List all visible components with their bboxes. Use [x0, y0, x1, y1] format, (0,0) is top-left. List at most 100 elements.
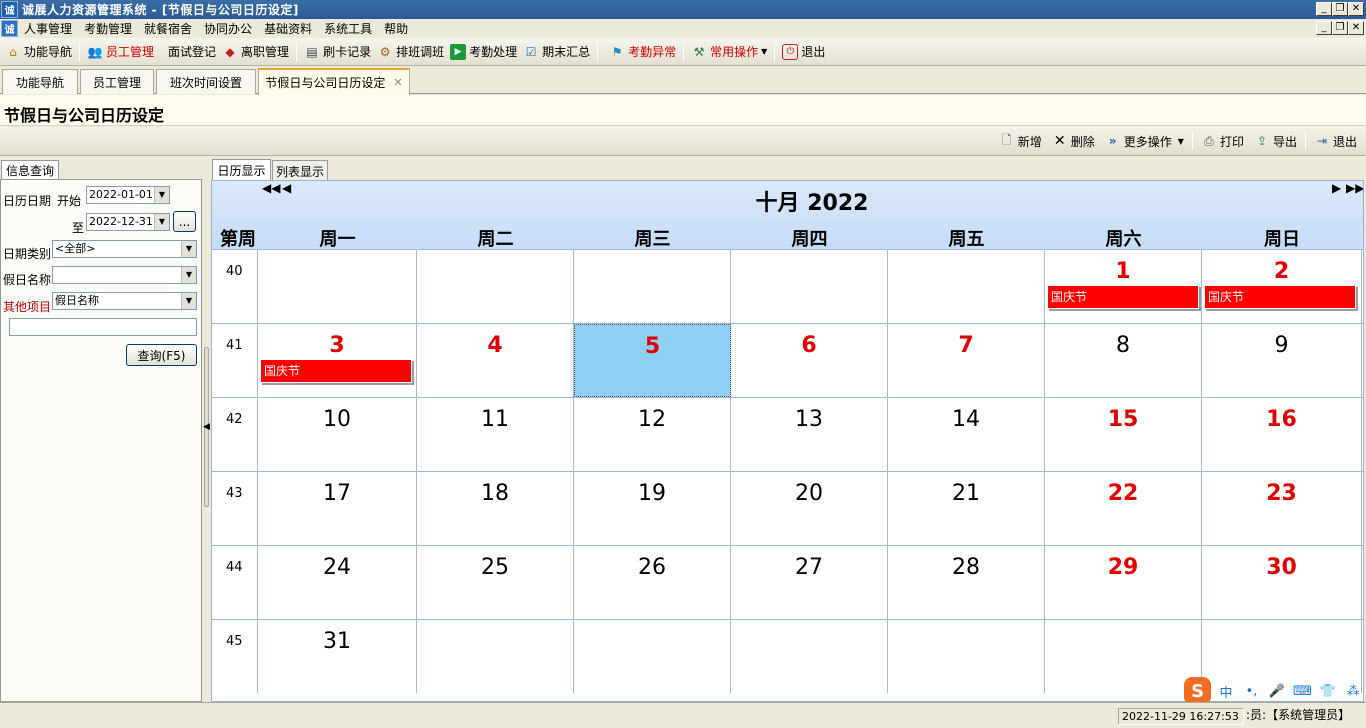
calendar-day-cell[interactable] [888, 250, 1045, 323]
sogou-logo-icon[interactable]: S [1184, 677, 1212, 705]
tab-shift-time[interactable]: 班次时间设置 [156, 69, 256, 94]
toolbar-common-ops-button[interactable]: ⚒ 常用操作 ▼ [688, 41, 770, 63]
grid-menu-icon[interactable]: ⁂ [1343, 684, 1364, 699]
menu-system-tools[interactable]: 系统工具 [318, 20, 378, 37]
tab-holiday-calendar[interactable]: 节假日与公司日历设定 ✕ [258, 68, 410, 95]
other-item-select[interactable]: 假日名称 ▼ [52, 292, 197, 310]
calendar-day-cell[interactable]: 14 [888, 398, 1045, 471]
tab-nav[interactable]: 功能导航 [2, 69, 78, 94]
menu-hr[interactable]: 人事管理 [18, 20, 78, 37]
calendar-day-cell[interactable] [417, 620, 574, 693]
toolbar-exit-button[interactable]: ⏻ 退出 [779, 41, 828, 63]
menu-attendance[interactable]: 考勤管理 [78, 20, 138, 37]
calendar-day-cell[interactable]: 28 [888, 546, 1045, 619]
tab-calendar-view[interactable]: 日历显示 [212, 159, 271, 181]
calendar-day-cell[interactable]: 1 国庆节 [1045, 250, 1202, 323]
calendar-day-cell[interactable] [417, 250, 574, 323]
date-type-select[interactable]: <全部> ▼ [52, 240, 197, 258]
microphone-icon[interactable]: 🎤 [1266, 684, 1287, 699]
print-button[interactable]: ⎙ 打印 [1196, 133, 1249, 150]
toolbar-interview-button[interactable]: 面试登记 [165, 41, 219, 63]
calendar-day-cell[interactable]: 4 [417, 324, 574, 397]
menu-help[interactable]: 帮助 [378, 20, 414, 37]
calendar-day-cell[interactable]: 11 [417, 398, 574, 471]
collapse-arrow-icon[interactable]: ◀ [203, 422, 210, 432]
calendar-day-cell[interactable]: 15 [1045, 398, 1202, 471]
holiday-event[interactable]: 国庆节 [1047, 285, 1199, 309]
end-date-picker[interactable]: 2022-12-31 ▼ [86, 213, 170, 231]
calendar-day-cell[interactable]: 29 [1045, 546, 1202, 619]
tab-employee[interactable]: 员工管理 [80, 69, 154, 94]
more-actions-button[interactable]: » 更多操作 ▼ [1100, 133, 1189, 150]
calendar-day-cell[interactable] [888, 620, 1045, 693]
calendar-day-cell[interactable]: 10 [258, 398, 417, 471]
close-icon[interactable]: ✕ [393, 76, 402, 89]
close-button[interactable]: ✕ [1348, 2, 1364, 16]
calendar-day-cell[interactable]: 30 [1202, 546, 1362, 619]
calendar-day-cell[interactable]: 8 [1045, 324, 1202, 397]
toolbar-card-button[interactable]: ▤ 刷卡记录 [301, 41, 374, 63]
calendar-day-cell[interactable]: 2 国庆节 [1202, 250, 1362, 323]
calendar-day-cell[interactable]: 17 [258, 472, 417, 545]
mdi-minimize-button[interactable]: _ [1316, 21, 1332, 35]
holiday-name-select[interactable]: ▼ [52, 266, 197, 284]
menu-basic-data[interactable]: 基础资料 [258, 20, 318, 37]
calendar-day-cell[interactable]: 20 [731, 472, 888, 545]
calendar-day-cell[interactable] [1045, 620, 1202, 693]
calendar-day-cell[interactable]: 9 [1202, 324, 1362, 397]
exit-page-button[interactable]: ⇥ 退出 [1309, 133, 1362, 150]
menu-dining[interactable]: 就餐宿舍 [138, 20, 198, 37]
calendar-day-cell[interactable]: 27 [731, 546, 888, 619]
toolbar-summary-button[interactable]: ☑ 期末汇总 [520, 41, 593, 63]
other-item-input[interactable] [9, 318, 197, 336]
calendar-day-cell[interactable] [574, 620, 731, 693]
menu-office[interactable]: 协同办公 [198, 20, 258, 37]
calendar-day-cell[interactable] [731, 250, 888, 323]
mdi-restore-button[interactable]: ❐ [1332, 21, 1348, 35]
calendar-day-cell[interactable]: 5 [574, 324, 731, 397]
date-range-picker-button[interactable]: ... [173, 211, 196, 232]
ime-punctuation[interactable]: •, [1241, 684, 1262, 699]
query-button[interactable]: 查询(F5) [126, 344, 197, 366]
mdi-close-button[interactable]: ✕ [1348, 21, 1364, 35]
toolbar-leave-button[interactable]: ◆ 离职管理 [219, 41, 292, 63]
start-date-picker[interactable]: 2022-01-01 ▼ [86, 186, 170, 204]
toolbar-schedule-button[interactable]: ⚙ 排班调班 [374, 41, 447, 63]
calendar-day-cell[interactable] [731, 620, 888, 693]
calendar-day-cell[interactable]: 26 [574, 546, 731, 619]
tab-info-query[interactable]: 信息查询 [1, 160, 59, 180]
calendar-day-cell[interactable]: 18 [417, 472, 574, 545]
add-button[interactable]: 🗋 新增 [994, 133, 1047, 150]
calendar-day-cell[interactable] [258, 250, 417, 323]
next-year-button[interactable]: ▶▶ [1346, 181, 1363, 195]
calendar-day-cell[interactable]: 22 [1045, 472, 1202, 545]
tab-list-view[interactable]: 列表显示 [272, 160, 328, 181]
toolbar-employee-button[interactable]: 👥 员工管理 [84, 41, 157, 63]
restore-button[interactable]: ❐ [1332, 2, 1348, 16]
calendar-day-cell[interactable]: 25 [417, 546, 574, 619]
calendar-day-cell[interactable]: 6 [731, 324, 888, 397]
calendar-day-cell[interactable]: 31 [258, 620, 417, 693]
calendar-day-cell[interactable] [574, 250, 731, 323]
calendar-day-cell[interactable]: 23 [1202, 472, 1362, 545]
toolbar-nav-button[interactable]: ⌂ 功能导航 [2, 41, 75, 63]
toolbar-anomaly-button[interactable]: ⚑ 考勤异常 [606, 41, 679, 63]
ime-chinese-mode[interactable]: 中 [1215, 682, 1236, 701]
next-month-button[interactable]: ▶ [1332, 181, 1341, 195]
panel-splitter[interactable]: ◀ [203, 157, 210, 702]
calendar-day-cell[interactable]: 21 [888, 472, 1045, 545]
calendar-day-cell[interactable]: 12 [574, 398, 731, 471]
holiday-event[interactable]: 国庆节 [1204, 285, 1356, 309]
calendar-day-cell[interactable]: 7 [888, 324, 1045, 397]
calendar-day-cell[interactable]: 3 国庆节 [258, 324, 417, 397]
export-button[interactable]: ⇪ 导出 [1249, 133, 1302, 150]
calendar-day-cell[interactable]: 24 [258, 546, 417, 619]
delete-button[interactable]: ✕ 删除 [1047, 133, 1100, 150]
calendar-day-cell[interactable]: 16 [1202, 398, 1362, 471]
minimize-button[interactable]: _ [1316, 2, 1332, 16]
calendar-day-cell[interactable]: 13 [731, 398, 888, 471]
holiday-event[interactable]: 国庆节 [260, 359, 412, 383]
skin-icon[interactable]: 👕 [1317, 684, 1338, 699]
toolbar-process-button[interactable]: ▶ 考勤处理 [447, 41, 520, 63]
keyboard-icon[interactable]: ⌨ [1292, 684, 1313, 699]
